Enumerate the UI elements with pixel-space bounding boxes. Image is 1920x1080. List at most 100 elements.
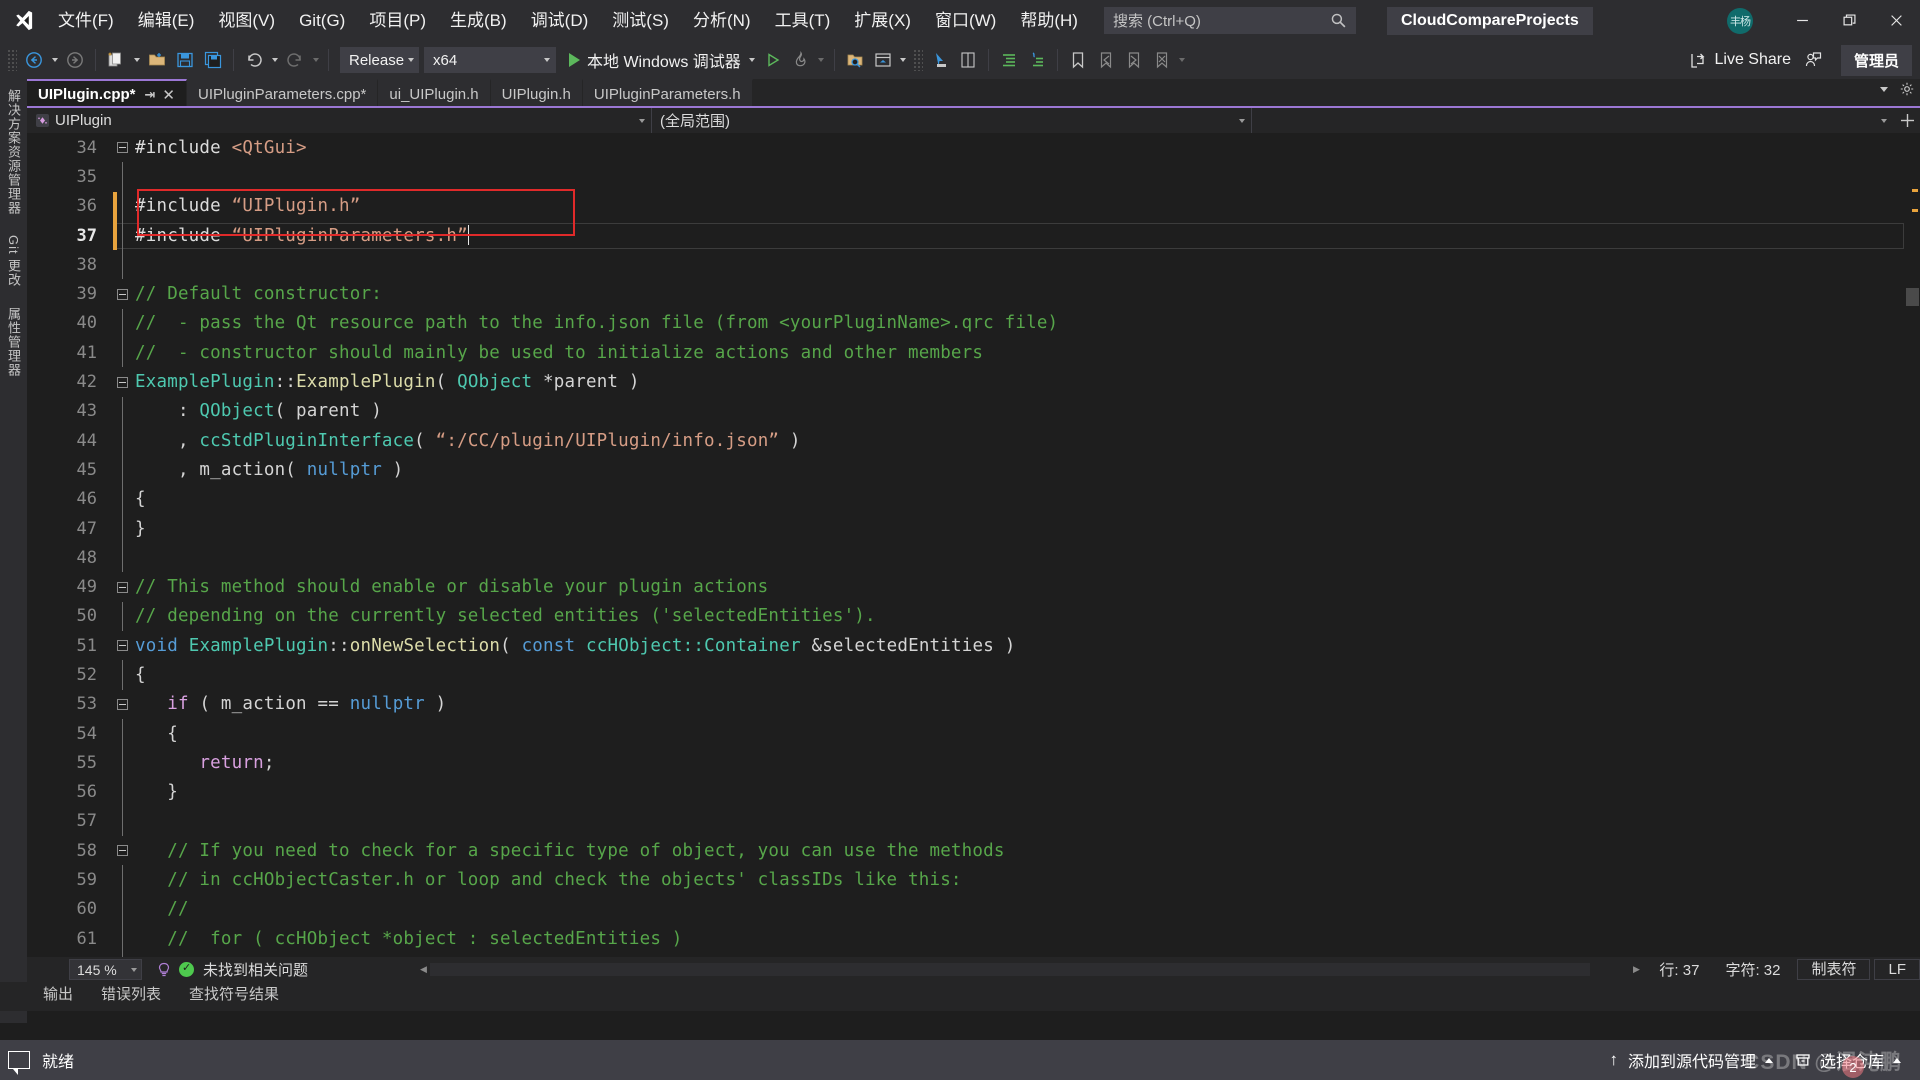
redo-dropdown[interactable] (309, 46, 322, 74)
scrollbar-thumb[interactable] (1906, 288, 1919, 306)
code-line[interactable]: 45 , m_action( nullptr ) (27, 455, 1920, 485)
menu-help[interactable]: 帮助(H) (1008, 0, 1090, 41)
collapse-icon[interactable] (116, 142, 128, 154)
collapse-icon[interactable] (116, 581, 128, 593)
code-line[interactable]: 39 // Default constructor: (27, 279, 1920, 308)
code-line[interactable]: 37 #include “UIPluginParameters.h” (27, 220, 1920, 251)
panel-tab-find-symbol-results[interactable]: 查找符号结果 (178, 979, 290, 1011)
code-line[interactable]: 58 // If you need to check for a specifi… (27, 836, 1920, 865)
avatar[interactable]: 丰杨 (1727, 7, 1753, 34)
collapse-icon[interactable] (116, 698, 128, 710)
gear-icon[interactable] (1900, 82, 1914, 96)
live-preview-icon[interactable] (869, 46, 897, 74)
menu-build[interactable]: 生成(B) (438, 0, 519, 41)
notification-icon[interactable] (8, 1051, 30, 1075)
uncomment-lines-icon[interactable] (1023, 46, 1051, 74)
tab-list-dropdown-icon[interactable] (1880, 86, 1888, 92)
clear-bookmarks-icon[interactable] (1148, 46, 1176, 74)
close-icon[interactable]: ✕ (162, 86, 175, 104)
member-scope-combo[interactable]: (全局范围) (652, 108, 1252, 133)
search-input[interactable]: 搜索 (Ctrl+Q) (1103, 7, 1356, 34)
code-line[interactable]: 44 , ccStdPluginInterface( “:/CC/plugin/… (27, 425, 1920, 456)
navbar-dropdown-icon[interactable] (1881, 118, 1887, 123)
code-line[interactable]: 40 // - pass the Qt resource path to the … (27, 308, 1920, 339)
line-ending-indicator[interactable]: LF (1874, 959, 1920, 980)
comment-lines-icon[interactable] (995, 46, 1023, 74)
code-line[interactable]: 60 // (27, 894, 1920, 925)
undo-icon[interactable] (240, 46, 268, 74)
menu-edit[interactable]: 编辑(E) (126, 0, 207, 41)
code-line[interactable]: 38 (27, 250, 1920, 280)
toggle-bookmark-icon[interactable] (1064, 46, 1092, 74)
solution-configuration-combo[interactable]: Release (340, 47, 419, 73)
menu-window[interactable]: 窗口(W) (923, 0, 1008, 41)
code-line[interactable]: 41 // - constructor should mainly be used… (27, 338, 1920, 368)
new-item-icon[interactable] (102, 46, 130, 74)
undo-dropdown[interactable] (268, 46, 281, 74)
code-line[interactable]: 48 (27, 543, 1920, 573)
start-debugging-button[interactable]: 本地 Windows 调试器 (564, 46, 746, 74)
panel-tab-output[interactable]: 输出 (32, 979, 84, 1011)
menu-tools[interactable]: 工具(T) (763, 0, 843, 41)
rail-property-manager[interactable]: 属性管理器 (4, 307, 23, 377)
menu-extensions[interactable]: 扩展(X) (842, 0, 923, 41)
restore-button[interactable] (1826, 0, 1873, 41)
collapse-icon[interactable] (116, 376, 128, 388)
open-file-icon[interactable] (143, 46, 171, 74)
code-line[interactable]: 61 // for ( ccHObject *object : selected… (27, 924, 1920, 954)
code-line[interactable]: 59 // in ccHObjectCaster.h or loop and c… (27, 865, 1920, 895)
solution-platform-combo[interactable]: x64 (424, 47, 556, 73)
code-editor[interactable]: 34 #include <QtGui> 35 36 #include “UIPlugin… (27, 133, 1920, 957)
code-line[interactable]: 52 { (27, 660, 1920, 690)
code-line[interactable]: 53 if ( m_action == nullptr ) (27, 690, 1920, 719)
next-bookmark-icon[interactable] (1120, 46, 1148, 74)
code-line[interactable]: 35 (27, 162, 1920, 192)
redo-icon[interactable] (281, 46, 309, 74)
tab-uipluginparameters-h[interactable]: UIPluginParameters.h (582, 79, 753, 108)
live-share-button[interactable]: Live Share (1682, 46, 1799, 74)
code-line[interactable]: 43 : QObject( parent ) (27, 396, 1920, 426)
tab-uipluginparameters-cpp[interactable]: UIPluginParameters.cpp* (186, 79, 379, 108)
navigate-forward-icon[interactable] (61, 46, 89, 74)
fold-margin[interactable] (109, 845, 135, 857)
debug-target-dropdown[interactable] (746, 46, 759, 74)
menu-test[interactable]: 测试(S) (600, 0, 681, 41)
toolbar-grip[interactable] (7, 49, 17, 71)
save-all-icon[interactable] (199, 46, 227, 74)
new-item-dropdown[interactable] (130, 46, 143, 74)
tab-uiplugin-h[interactable]: UIPlugin.h (490, 79, 583, 108)
navigate-back-dropdown[interactable] (48, 46, 61, 74)
toggle-pane-icon[interactable] (954, 46, 982, 74)
add-to-source-control-button[interactable]: ↑ 添加到源代码管理 (1598, 1040, 1784, 1080)
type-scope-combo[interactable]: UIPlugin (27, 108, 652, 133)
fold-margin[interactable] (109, 698, 135, 710)
collapse-icon[interactable] (116, 845, 128, 857)
code-line[interactable]: 56 } (27, 777, 1920, 807)
collapse-icon[interactable] (116, 288, 128, 300)
fold-margin[interactable] (109, 581, 135, 593)
horizontal-scrollbar[interactable]: ◀ (417, 963, 1590, 976)
code-line[interactable]: 57 (27, 806, 1920, 837)
solution-explorer-search-icon[interactable] (841, 46, 869, 74)
menu-debug[interactable]: 调试(D) (519, 0, 601, 41)
fold-margin[interactable] (109, 376, 135, 388)
menu-view[interactable]: 视图(V) (206, 0, 287, 41)
tab-uiplugin-cpp[interactable]: UIPlugin.cpp* ⇥ ✕ (27, 79, 187, 108)
code-line[interactable]: 55 return; (27, 748, 1920, 778)
hot-reload-dropdown[interactable] (815, 46, 828, 74)
scroll-left-icon[interactable]: ◀ (417, 963, 430, 976)
indent-mode-indicator[interactable]: 制表符 (1797, 959, 1871, 980)
horizontal-scroll-track[interactable] (430, 963, 1590, 976)
code-line[interactable]: 42 ExamplePlugin::ExamplePlugin( QObject … (27, 367, 1920, 396)
zoom-level-combo[interactable]: 145 % (69, 959, 142, 980)
code-line[interactable]: 50 // depending on the currently selected… (27, 601, 1920, 632)
select-element-icon[interactable] (926, 46, 954, 74)
tab-ui-uiplugin-h[interactable]: ui_UIPlugin.h (378, 79, 491, 108)
navigate-back-icon[interactable] (20, 46, 48, 74)
toolbar-grip[interactable] (912, 49, 923, 71)
send-feedback-icon[interactable] (1799, 46, 1827, 74)
live-preview-dropdown[interactable] (897, 46, 910, 74)
code-line[interactable]: 49 // This method should enable or disabl… (27, 572, 1920, 601)
code-line[interactable]: 34 #include <QtGui> (27, 133, 1920, 162)
split-editor-icon[interactable] (1901, 114, 1914, 127)
